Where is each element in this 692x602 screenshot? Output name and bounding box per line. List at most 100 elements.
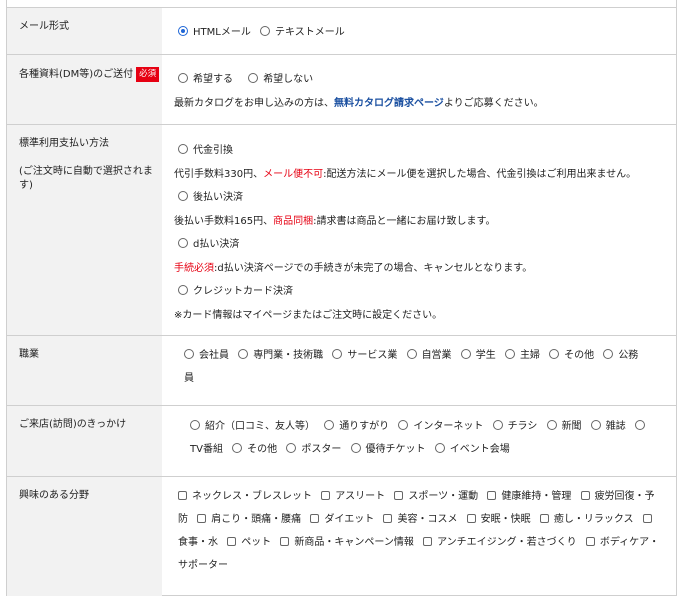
deferred-warning-text: 商品同梱 bbox=[273, 216, 314, 227]
option-label: 食事・水 bbox=[178, 537, 218, 548]
checkbox-icon[interactable] bbox=[227, 537, 237, 546]
checkbox-icon[interactable] bbox=[466, 514, 476, 523]
payment-label: 標準利用支払い方法 bbox=[19, 138, 109, 149]
radio-icon[interactable] bbox=[178, 238, 188, 248]
radio-icon[interactable] bbox=[324, 420, 335, 430]
payment-cod-note: 代引手数料330円、メール便不可:配送方法にメール便を選択した場合、代金引換はご… bbox=[174, 165, 636, 180]
payment-dpay-label: d払い決済 bbox=[193, 239, 240, 250]
checkbox-icon[interactable] bbox=[585, 537, 595, 546]
radio-checked-icon[interactable] bbox=[178, 26, 188, 36]
radio-icon[interactable] bbox=[184, 349, 194, 359]
checkbox-icon[interactable] bbox=[321, 491, 331, 500]
visit-option[interactable]: 優待チケット bbox=[350, 443, 426, 455]
interest-option[interactable]: 美容・コスメ bbox=[383, 514, 457, 525]
radio-icon[interactable] bbox=[492, 420, 503, 430]
radio-icon[interactable] bbox=[178, 285, 188, 295]
checkbox-icon[interactable] bbox=[310, 514, 320, 523]
interest-option[interactable]: ネックレス・ブレスレット bbox=[178, 491, 312, 502]
interest-option[interactable]: 肩こり・頭痛・腰痛 bbox=[197, 514, 301, 525]
payment-card-option[interactable]: クレジットカード決済 bbox=[178, 282, 293, 297]
interest-option[interactable]: 安眠・快眠 bbox=[466, 514, 531, 525]
radio-icon[interactable] bbox=[590, 420, 601, 430]
occupation-option[interactable]: 自営業 bbox=[406, 349, 452, 361]
checkbox-icon[interactable] bbox=[280, 537, 290, 546]
radio-icon[interactable] bbox=[406, 349, 417, 359]
dm-note-prefix: 最新カタログをお申し込みの方は、 bbox=[174, 98, 334, 109]
cod-warning-text: メール便不可 bbox=[263, 169, 324, 180]
radio-icon[interactable] bbox=[398, 420, 409, 430]
radio-icon[interactable] bbox=[232, 443, 243, 453]
mail-format-html-option[interactable]: HTMLメール bbox=[178, 26, 251, 38]
radio-icon[interactable] bbox=[350, 443, 361, 453]
radio-icon[interactable] bbox=[460, 349, 471, 359]
interest-option[interactable]: アンチエイジング・若さづくり bbox=[423, 537, 577, 548]
interest-option[interactable]: 健康維持・管理 bbox=[487, 491, 571, 502]
row-occupation: 職業 会社員 専門業・技術職 サービス業 自営業 学生 主婦 その他 公務員 bbox=[7, 335, 676, 405]
occupation-option[interactable]: 専門業・技術職 bbox=[238, 349, 324, 361]
interest-option[interactable]: ペット bbox=[227, 537, 271, 548]
payment-label-cell: 標準利用支払い方法 (ご注文時に自動で選択されます) bbox=[7, 125, 162, 335]
dm-yes-option[interactable]: 希望する bbox=[178, 73, 233, 85]
deferred-detail-text: :請求書は商品と一緒にお届け致します。 bbox=[313, 216, 496, 227]
payment-cod-option[interactable]: 代金引換 bbox=[178, 141, 233, 156]
visit-option[interactable]: 新聞 bbox=[546, 420, 582, 432]
visit-option[interactable]: 紹介（口コミ、友人等） bbox=[190, 420, 315, 432]
option-label: ダイエット bbox=[324, 514, 375, 525]
checkbox-icon[interactable] bbox=[580, 491, 590, 500]
checkbox-icon[interactable] bbox=[197, 514, 207, 523]
option-label: 通りすがり bbox=[339, 421, 390, 432]
option-label: TV番組 bbox=[190, 444, 223, 455]
radio-icon[interactable] bbox=[260, 26, 271, 36]
checkbox-icon[interactable] bbox=[487, 491, 497, 500]
visit-option[interactable]: インターネット bbox=[398, 420, 483, 432]
radio-icon[interactable] bbox=[549, 349, 560, 359]
radio-icon[interactable] bbox=[504, 349, 515, 359]
radio-icon[interactable] bbox=[238, 349, 249, 359]
visit-label: ご来店(訪問)のきっかけ bbox=[7, 406, 162, 476]
dm-yes-label: 希望する bbox=[193, 74, 233, 85]
option-label: その他 bbox=[247, 444, 278, 455]
payment-deferred-label: 後払い決済 bbox=[193, 192, 243, 203]
occupation-option[interactable]: サービス業 bbox=[332, 349, 397, 361]
radio-icon[interactable] bbox=[286, 443, 297, 453]
payment-dpay-option[interactable]: d払い決済 bbox=[178, 235, 239, 250]
interest-option[interactable]: 新商品・キャンペーン情報 bbox=[280, 537, 414, 548]
checkbox-icon[interactable] bbox=[383, 514, 393, 523]
radio-icon[interactable] bbox=[634, 420, 645, 430]
interests-options: ネックレス・ブレスレット アスリート スポーツ・運動 健康維持・管理 疲労回復・… bbox=[174, 485, 660, 577]
radio-icon[interactable] bbox=[603, 349, 614, 359]
checkbox-icon[interactable] bbox=[423, 537, 433, 546]
radio-icon[interactable] bbox=[546, 420, 557, 430]
visit-option[interactable]: チラシ bbox=[492, 420, 537, 432]
occupation-option[interactable]: 会社員 bbox=[184, 349, 229, 361]
dm-no-option[interactable]: 希望しない bbox=[248, 73, 313, 85]
occupation-option[interactable]: 主婦 bbox=[504, 349, 540, 361]
visit-option[interactable]: イベント会場 bbox=[434, 443, 510, 455]
occupation-option[interactable]: その他 bbox=[549, 349, 594, 361]
radio-icon[interactable] bbox=[190, 420, 200, 430]
radio-icon[interactable] bbox=[248, 73, 259, 83]
occupation-option[interactable]: 学生 bbox=[460, 349, 496, 361]
interest-option[interactable]: アスリート bbox=[321, 491, 385, 502]
radio-icon[interactable] bbox=[178, 144, 188, 154]
catalog-request-link[interactable]: 無料カタログ請求ページ bbox=[334, 98, 444, 109]
payment-deferred-option[interactable]: 後払い決済 bbox=[178, 188, 243, 203]
visit-option[interactable]: ポスター bbox=[286, 443, 341, 455]
checkbox-icon[interactable] bbox=[539, 514, 549, 523]
visit-option[interactable]: 通りすがり bbox=[324, 420, 390, 432]
interest-option[interactable]: 癒し・リラックス bbox=[539, 514, 634, 525]
radio-icon[interactable] bbox=[434, 443, 445, 453]
checkbox-icon[interactable] bbox=[178, 491, 187, 500]
interest-option[interactable]: ダイエット bbox=[310, 514, 374, 525]
checkbox-icon[interactable] bbox=[642, 514, 652, 523]
visit-option[interactable]: 雑誌 bbox=[590, 420, 626, 432]
radio-icon[interactable] bbox=[178, 73, 188, 83]
radio-icon[interactable] bbox=[332, 349, 343, 359]
interest-option[interactable]: スポーツ・運動 bbox=[394, 491, 478, 502]
radio-icon[interactable] bbox=[178, 191, 188, 201]
checkbox-icon[interactable] bbox=[394, 491, 404, 500]
option-label: 専門業・技術職 bbox=[253, 350, 324, 361]
option-label: 学生 bbox=[475, 350, 496, 361]
visit-option[interactable]: その他 bbox=[232, 443, 278, 455]
mail-format-text-option[interactable]: テキストメール bbox=[260, 26, 345, 38]
